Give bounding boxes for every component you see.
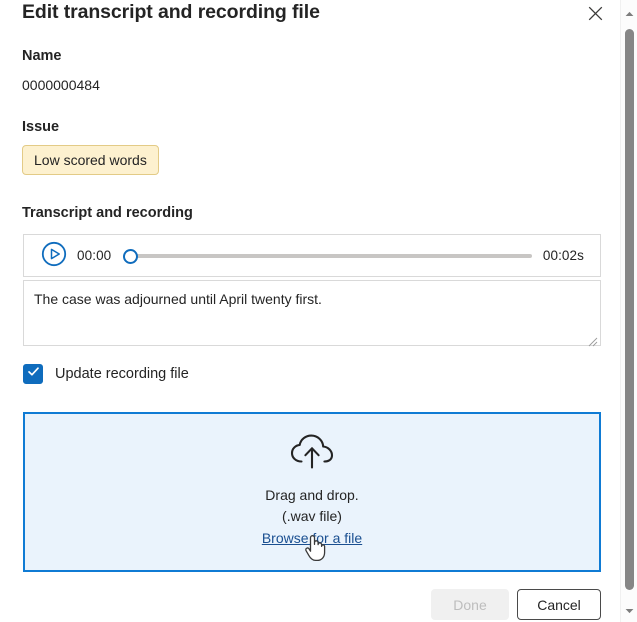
file-dropzone[interactable]: Drag and drop. (.wav file) Browse for a …	[23, 412, 601, 572]
scrubber-track[interactable]	[133, 253, 532, 258]
edit-transcript-dialog: Edit transcript and recording file Name …	[0, 0, 637, 622]
dropzone-line-1: Drag and drop.	[265, 487, 359, 503]
scroll-up-button[interactable]	[621, 4, 637, 21]
dropzone-line-2: (.wav file)	[282, 508, 342, 524]
close-icon	[588, 6, 603, 21]
play-button[interactable]	[41, 241, 67, 270]
name-value: 0000000484	[22, 77, 100, 93]
transcript-textarea[interactable]	[23, 280, 601, 346]
vertical-scrollbar[interactable]	[620, 0, 637, 622]
total-time: 00:02s	[542, 248, 584, 263]
name-label: Name	[22, 48, 62, 64]
current-time: 00:00	[77, 248, 112, 263]
scrubber-thumb[interactable]	[123, 248, 139, 264]
close-button[interactable]	[580, 0, 610, 26]
issue-badge: Low scored words	[22, 145, 159, 175]
audio-scrubber[interactable]	[123, 246, 532, 266]
chevron-down-icon	[625, 601, 634, 619]
play-icon	[41, 241, 67, 270]
update-recording-checkbox[interactable]	[23, 364, 43, 384]
done-button[interactable]: Done	[431, 589, 509, 620]
issue-label: Issue	[22, 119, 60, 135]
cancel-button[interactable]: Cancel	[517, 589, 601, 620]
checkmark-icon	[27, 365, 40, 383]
cloud-upload-icon	[289, 433, 335, 475]
scrollbar-thumb[interactable]	[625, 29, 634, 590]
update-recording-checkbox-row[interactable]: Update recording file	[23, 364, 189, 384]
audio-player: 00:00 00:02s	[23, 234, 601, 277]
scroll-down-button[interactable]	[621, 601, 637, 618]
update-recording-label: Update recording file	[55, 366, 189, 382]
browse-for-a-file-link[interactable]: Browse for a file	[262, 528, 362, 549]
transcript-label: Transcript and recording	[22, 205, 193, 221]
chevron-up-icon	[625, 4, 634, 22]
dialog-title: Edit transcript and recording file	[22, 1, 320, 23]
